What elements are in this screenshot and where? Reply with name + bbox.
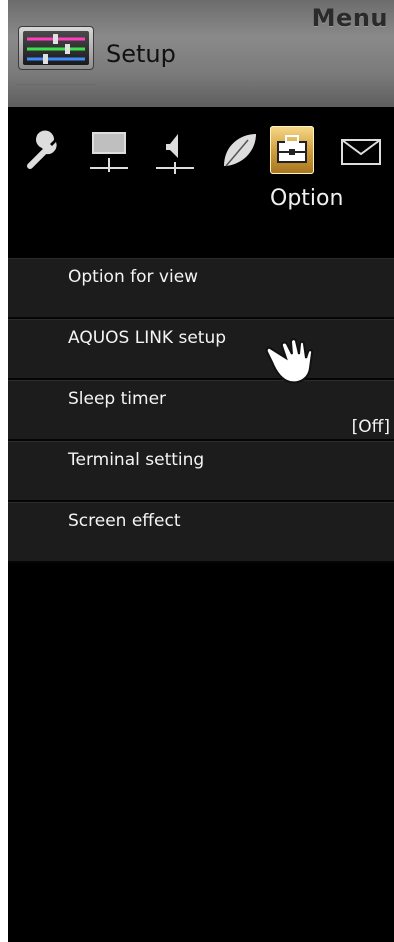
menu-item-sleep-timer[interactable]: Sleep timer [Off]: [8, 380, 394, 441]
monitor-icon[interactable]: [88, 126, 132, 174]
sleep-timer-value: [Off]: [351, 417, 390, 437]
menu-item-label: Option for view: [68, 267, 199, 287]
menu-item-screen-effect[interactable]: Screen effect: [8, 502, 394, 563]
menu-panel: Menu Setup Option Option for view AQUOS …: [8, 0, 394, 942]
menu-item-aquos-link-setup[interactable]: AQUOS LINK setup: [8, 319, 394, 380]
menu-item-label: Sleep timer: [68, 389, 167, 409]
header-divider: [16, 84, 96, 95]
menu-item-option-for-view[interactable]: Option for view: [8, 258, 394, 319]
leaf-icon[interactable]: [216, 126, 260, 174]
hand-pointer-icon: [264, 334, 324, 386]
category-tabs: [8, 126, 394, 178]
speaker-icon[interactable]: [154, 126, 198, 174]
page-title: Setup: [106, 40, 176, 68]
menu-item-label: Terminal setting: [68, 450, 205, 470]
menu-item-label: Screen effect: [68, 511, 181, 531]
active-category-label: Option: [270, 186, 344, 211]
envelope-icon[interactable]: [336, 126, 381, 174]
header: Menu Setup: [8, 0, 394, 107]
menu-title: Menu: [311, 4, 388, 32]
wrench-icon[interactable]: [22, 126, 66, 174]
sliders-icon: [18, 26, 94, 70]
menu-item-terminal-setting[interactable]: Terminal setting: [8, 441, 394, 502]
menu-item-label: AQUOS LINK setup: [68, 328, 227, 348]
menu-list: Option for view AQUOS LINK setup Sleep t…: [8, 258, 394, 563]
toolbox-icon[interactable]: [270, 126, 314, 174]
